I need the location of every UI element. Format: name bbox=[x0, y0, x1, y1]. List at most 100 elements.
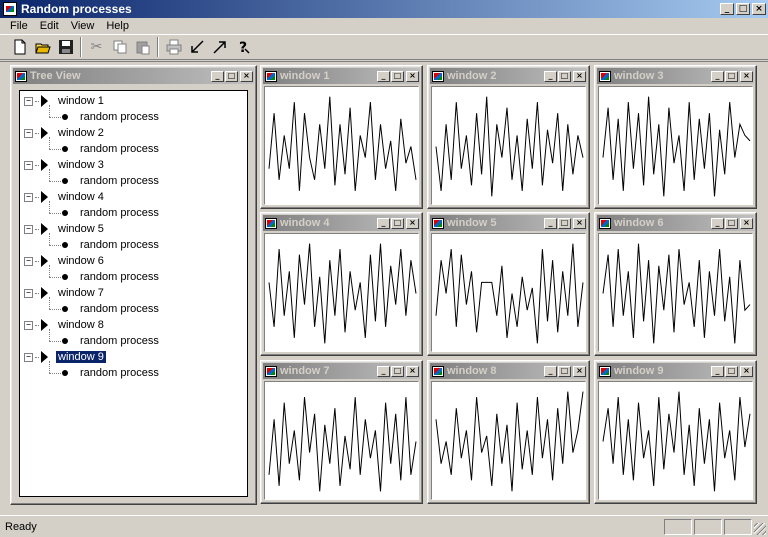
open-folder-icon[interactable] bbox=[31, 36, 54, 58]
menu-view[interactable]: View bbox=[65, 20, 101, 32]
collapse-toggle-icon[interactable]: − bbox=[24, 128, 33, 138]
close-button[interactable]: × bbox=[740, 365, 753, 377]
minimize-button[interactable]: _ bbox=[377, 70, 390, 82]
tree-item-label[interactable]: window 2 bbox=[56, 127, 106, 139]
plot-window-title-bar[interactable]: window 7 _ □ × bbox=[263, 363, 420, 379]
close-button[interactable]: × bbox=[406, 365, 419, 377]
minimize-button[interactable]: _ bbox=[377, 217, 390, 229]
maximize-button[interactable]: □ bbox=[558, 365, 571, 377]
plot-window-title-bar[interactable]: window 3 _ □ × bbox=[597, 68, 754, 84]
close-button[interactable]: × bbox=[752, 3, 766, 15]
plot-window-title-bar[interactable]: window 8 _ □ × bbox=[430, 363, 587, 379]
tree-item-label[interactable]: window 6 bbox=[56, 255, 106, 267]
plot-window[interactable]: window 2 _ □ × bbox=[427, 65, 590, 209]
maximize-button[interactable]: □ bbox=[391, 365, 404, 377]
arrow-up-right-icon[interactable] bbox=[208, 36, 231, 58]
maximize-button[interactable]: □ bbox=[558, 70, 571, 82]
close-button[interactable]: × bbox=[406, 217, 419, 229]
maximize-button[interactable]: □ bbox=[225, 70, 238, 82]
cut-scissors-icon[interactable]: ✂ bbox=[85, 36, 108, 58]
tree-item-random-process[interactable]: random process bbox=[62, 173, 161, 189]
collapse-toggle-icon[interactable]: − bbox=[24, 288, 33, 298]
tree-item-label[interactable]: window 5 bbox=[56, 223, 106, 235]
minimize-button[interactable]: _ bbox=[720, 3, 734, 15]
minimize-button[interactable]: _ bbox=[211, 70, 224, 82]
close-button[interactable]: × bbox=[240, 70, 253, 82]
collapse-toggle-icon[interactable]: − bbox=[24, 320, 33, 330]
tree-item-label[interactable]: random process bbox=[78, 271, 161, 283]
tree-item-label[interactable]: window 8 bbox=[56, 319, 106, 331]
tree-item-label[interactable]: random process bbox=[78, 143, 161, 155]
plot-window-title-bar[interactable]: window 6 _ □ × bbox=[597, 215, 754, 231]
tree-view-title-bar[interactable]: Tree View _ □ × bbox=[13, 68, 254, 84]
tree-item-label[interactable]: random process bbox=[78, 207, 161, 219]
close-button[interactable]: × bbox=[573, 365, 586, 377]
tree-item-label[interactable]: window 9 bbox=[55, 350, 107, 364]
new-file-icon[interactable] bbox=[8, 36, 31, 58]
plot-window[interactable]: window 7 _ □ × bbox=[260, 360, 423, 504]
plot-window-title-bar[interactable]: window 5 _ □ × bbox=[430, 215, 587, 231]
tree-item-random-process[interactable]: random process bbox=[62, 237, 161, 253]
plot-window[interactable]: window 3 _ □ × bbox=[594, 65, 757, 209]
plot-window-title-bar[interactable]: window 2 _ □ × bbox=[430, 68, 587, 84]
plot-window[interactable]: window 4 _ □ × bbox=[260, 212, 423, 356]
print-icon[interactable] bbox=[162, 36, 185, 58]
plot-window-title-bar[interactable]: window 9 _ □ × bbox=[597, 363, 754, 379]
tree-item-random-process[interactable]: random process bbox=[62, 109, 161, 125]
collapse-toggle-icon[interactable]: − bbox=[24, 224, 33, 234]
tree-item-label[interactable]: window 1 bbox=[56, 95, 106, 107]
tree-item-label[interactable]: random process bbox=[78, 175, 161, 187]
maximize-button[interactable]: □ bbox=[725, 70, 738, 82]
minimize-button[interactable]: _ bbox=[377, 365, 390, 377]
plot-window[interactable]: window 6 _ □ × bbox=[594, 212, 757, 356]
maximize-button[interactable]: □ bbox=[391, 70, 404, 82]
tree-item-random-process[interactable]: random process bbox=[62, 141, 161, 157]
tree-item-label[interactable]: window 4 bbox=[56, 191, 106, 203]
plot-window[interactable]: window 8 _ □ × bbox=[427, 360, 590, 504]
plot-window[interactable]: window 1 _ □ × bbox=[260, 65, 423, 209]
tree-item-random-process[interactable]: random process bbox=[62, 205, 161, 221]
tree-item-random-process[interactable]: random process bbox=[62, 365, 161, 381]
resize-grip[interactable] bbox=[754, 523, 766, 535]
close-button[interactable]: × bbox=[573, 70, 586, 82]
collapse-toggle-icon[interactable]: − bbox=[24, 96, 33, 106]
menu-file[interactable]: File bbox=[4, 20, 34, 32]
plot-window-title-bar[interactable]: window 1 _ □ × bbox=[263, 68, 420, 84]
collapse-toggle-icon[interactable]: − bbox=[24, 352, 33, 362]
tree-item-label[interactable]: random process bbox=[78, 303, 161, 315]
minimize-button[interactable]: _ bbox=[711, 365, 724, 377]
copy-icon[interactable] bbox=[108, 36, 131, 58]
plot-window-title-bar[interactable]: window 4 _ □ × bbox=[263, 215, 420, 231]
minimize-button[interactable]: _ bbox=[711, 70, 724, 82]
app-title-bar[interactable]: Random processes _ □ × bbox=[0, 0, 768, 18]
help-question-icon[interactable]: ? bbox=[231, 36, 254, 58]
menu-help[interactable]: Help bbox=[100, 20, 135, 32]
close-button[interactable]: × bbox=[740, 70, 753, 82]
arrow-down-left-icon[interactable] bbox=[185, 36, 208, 58]
tree-item-label[interactable]: random process bbox=[78, 367, 161, 379]
plot-window[interactable]: window 9 _ □ × bbox=[594, 360, 757, 504]
menu-edit[interactable]: Edit bbox=[34, 20, 65, 32]
tree-view[interactable]: − window 1 random process − window 2 random p… bbox=[19, 90, 248, 497]
collapse-toggle-icon[interactable]: − bbox=[24, 160, 33, 170]
save-disk-icon[interactable] bbox=[54, 36, 77, 58]
close-button[interactable]: × bbox=[406, 70, 419, 82]
tree-view-window[interactable]: Tree View _ □ × − window 1 random process −… bbox=[10, 65, 257, 505]
tree-item-random-process[interactable]: random process bbox=[62, 333, 161, 349]
maximize-button[interactable]: □ bbox=[725, 365, 738, 377]
tree-item-label[interactable]: random process bbox=[78, 239, 161, 251]
tree-item-label[interactable]: random process bbox=[78, 111, 161, 123]
tree-item-random-process[interactable]: random process bbox=[62, 269, 161, 285]
maximize-button[interactable]: □ bbox=[558, 217, 571, 229]
minimize-button[interactable]: _ bbox=[544, 70, 557, 82]
tree-item-label[interactable]: window 3 bbox=[56, 159, 106, 171]
close-button[interactable]: × bbox=[740, 217, 753, 229]
minimize-button[interactable]: _ bbox=[544, 217, 557, 229]
tree-item-label[interactable]: window 7 bbox=[56, 287, 106, 299]
paste-icon[interactable] bbox=[131, 36, 154, 58]
maximize-button[interactable]: □ bbox=[736, 3, 750, 15]
maximize-button[interactable]: □ bbox=[391, 217, 404, 229]
close-button[interactable]: × bbox=[573, 217, 586, 229]
collapse-toggle-icon[interactable]: − bbox=[24, 256, 33, 266]
minimize-button[interactable]: _ bbox=[544, 365, 557, 377]
